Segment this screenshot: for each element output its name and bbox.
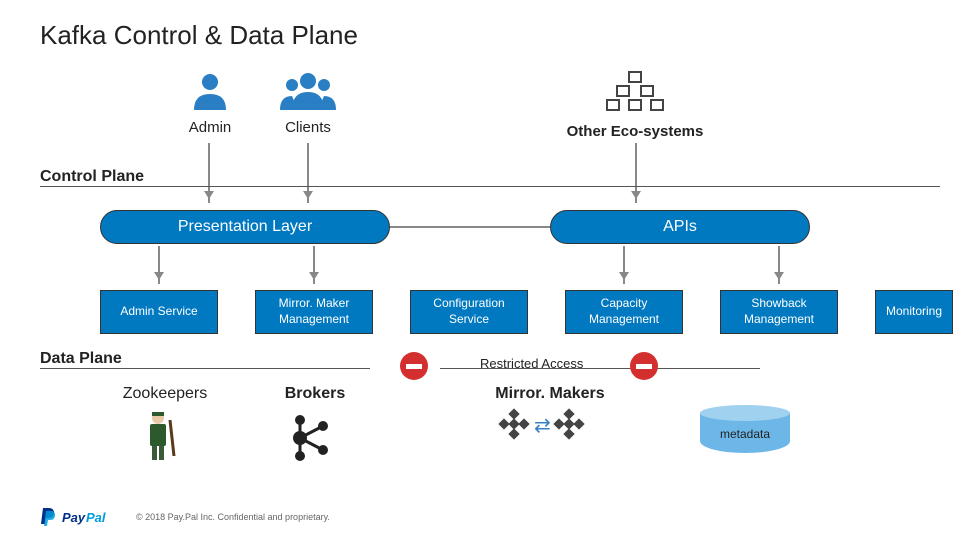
monitoring-box: Monitoring <box>875 290 953 334</box>
arrow-eco-down <box>635 143 637 203</box>
eco-label: Other Eco-systems <box>555 123 715 140</box>
metadata-db: metadata <box>700 405 790 460</box>
admin-label: Admin <box>175 119 245 136</box>
mirrormaker-mgmt-box: Mirror. Maker Management <box>255 290 373 334</box>
svg-text:Pay: Pay <box>62 510 86 525</box>
eco-icon <box>605 70 665 114</box>
arrow-clients-down <box>307 143 309 203</box>
control-plane-divider <box>40 186 940 187</box>
no-entry-icon <box>630 352 658 380</box>
apis-layer-box: APIs <box>550 210 810 244</box>
data-plane-label: Data Plane <box>40 350 122 368</box>
admin-service-box: Admin Service <box>100 290 218 334</box>
presentation-layer-box: Presentation Layer <box>100 210 390 244</box>
showback-mgmt-box: Showback Management <box>720 290 838 334</box>
hex-cluster-icon <box>500 410 530 440</box>
layer-connector <box>390 226 550 228</box>
arrow-svc5 <box>778 246 780 284</box>
control-plane-label: Control Plane <box>40 168 144 186</box>
user-icon <box>190 70 230 110</box>
actor-eco: Other Eco-systems <box>555 70 715 140</box>
configuration-service-box: Configuration Service <box>410 290 528 334</box>
arrow-svc1 <box>158 246 160 284</box>
sync-icon: ⇄ <box>534 413 551 438</box>
metadata-label: metadata <box>700 427 790 441</box>
hex-cluster-icon <box>555 410 585 440</box>
footer: Pay Pal © 2018 Pay.Pal Inc. Confidential… <box>40 506 330 528</box>
actor-clients: Clients <box>268 70 348 136</box>
svg-text:Pal: Pal <box>86 510 106 525</box>
restricted-access-label: Restricted Access <box>480 356 583 371</box>
slide-title: Kafka Control & Data Plane <box>40 20 358 51</box>
arrow-admin-down <box>208 143 210 203</box>
actor-admin: Admin <box>175 70 245 136</box>
paypal-logo-icon: Pay Pal <box>40 506 120 528</box>
arrow-svc4 <box>623 246 625 284</box>
users-icon <box>278 70 338 110</box>
mirrormaker-icon: ⇄ <box>500 410 585 440</box>
no-entry-icon <box>400 352 428 380</box>
zookeeper-icon <box>140 408 180 468</box>
arrow-svc2 <box>313 246 315 284</box>
clients-label: Clients <box>268 119 348 136</box>
capacity-mgmt-box: Capacity Management <box>565 290 683 334</box>
footer-copyright: © 2018 Pay.Pal Inc. Confidential and pro… <box>136 512 330 522</box>
data-plane-divider-left <box>40 368 370 369</box>
kafka-icon <box>285 410 335 470</box>
brokers-label: Brokers <box>265 385 365 403</box>
zookeepers-label: Zookeepers <box>105 385 225 403</box>
mirrormakers-label: Mirror. Makers <box>480 385 620 403</box>
